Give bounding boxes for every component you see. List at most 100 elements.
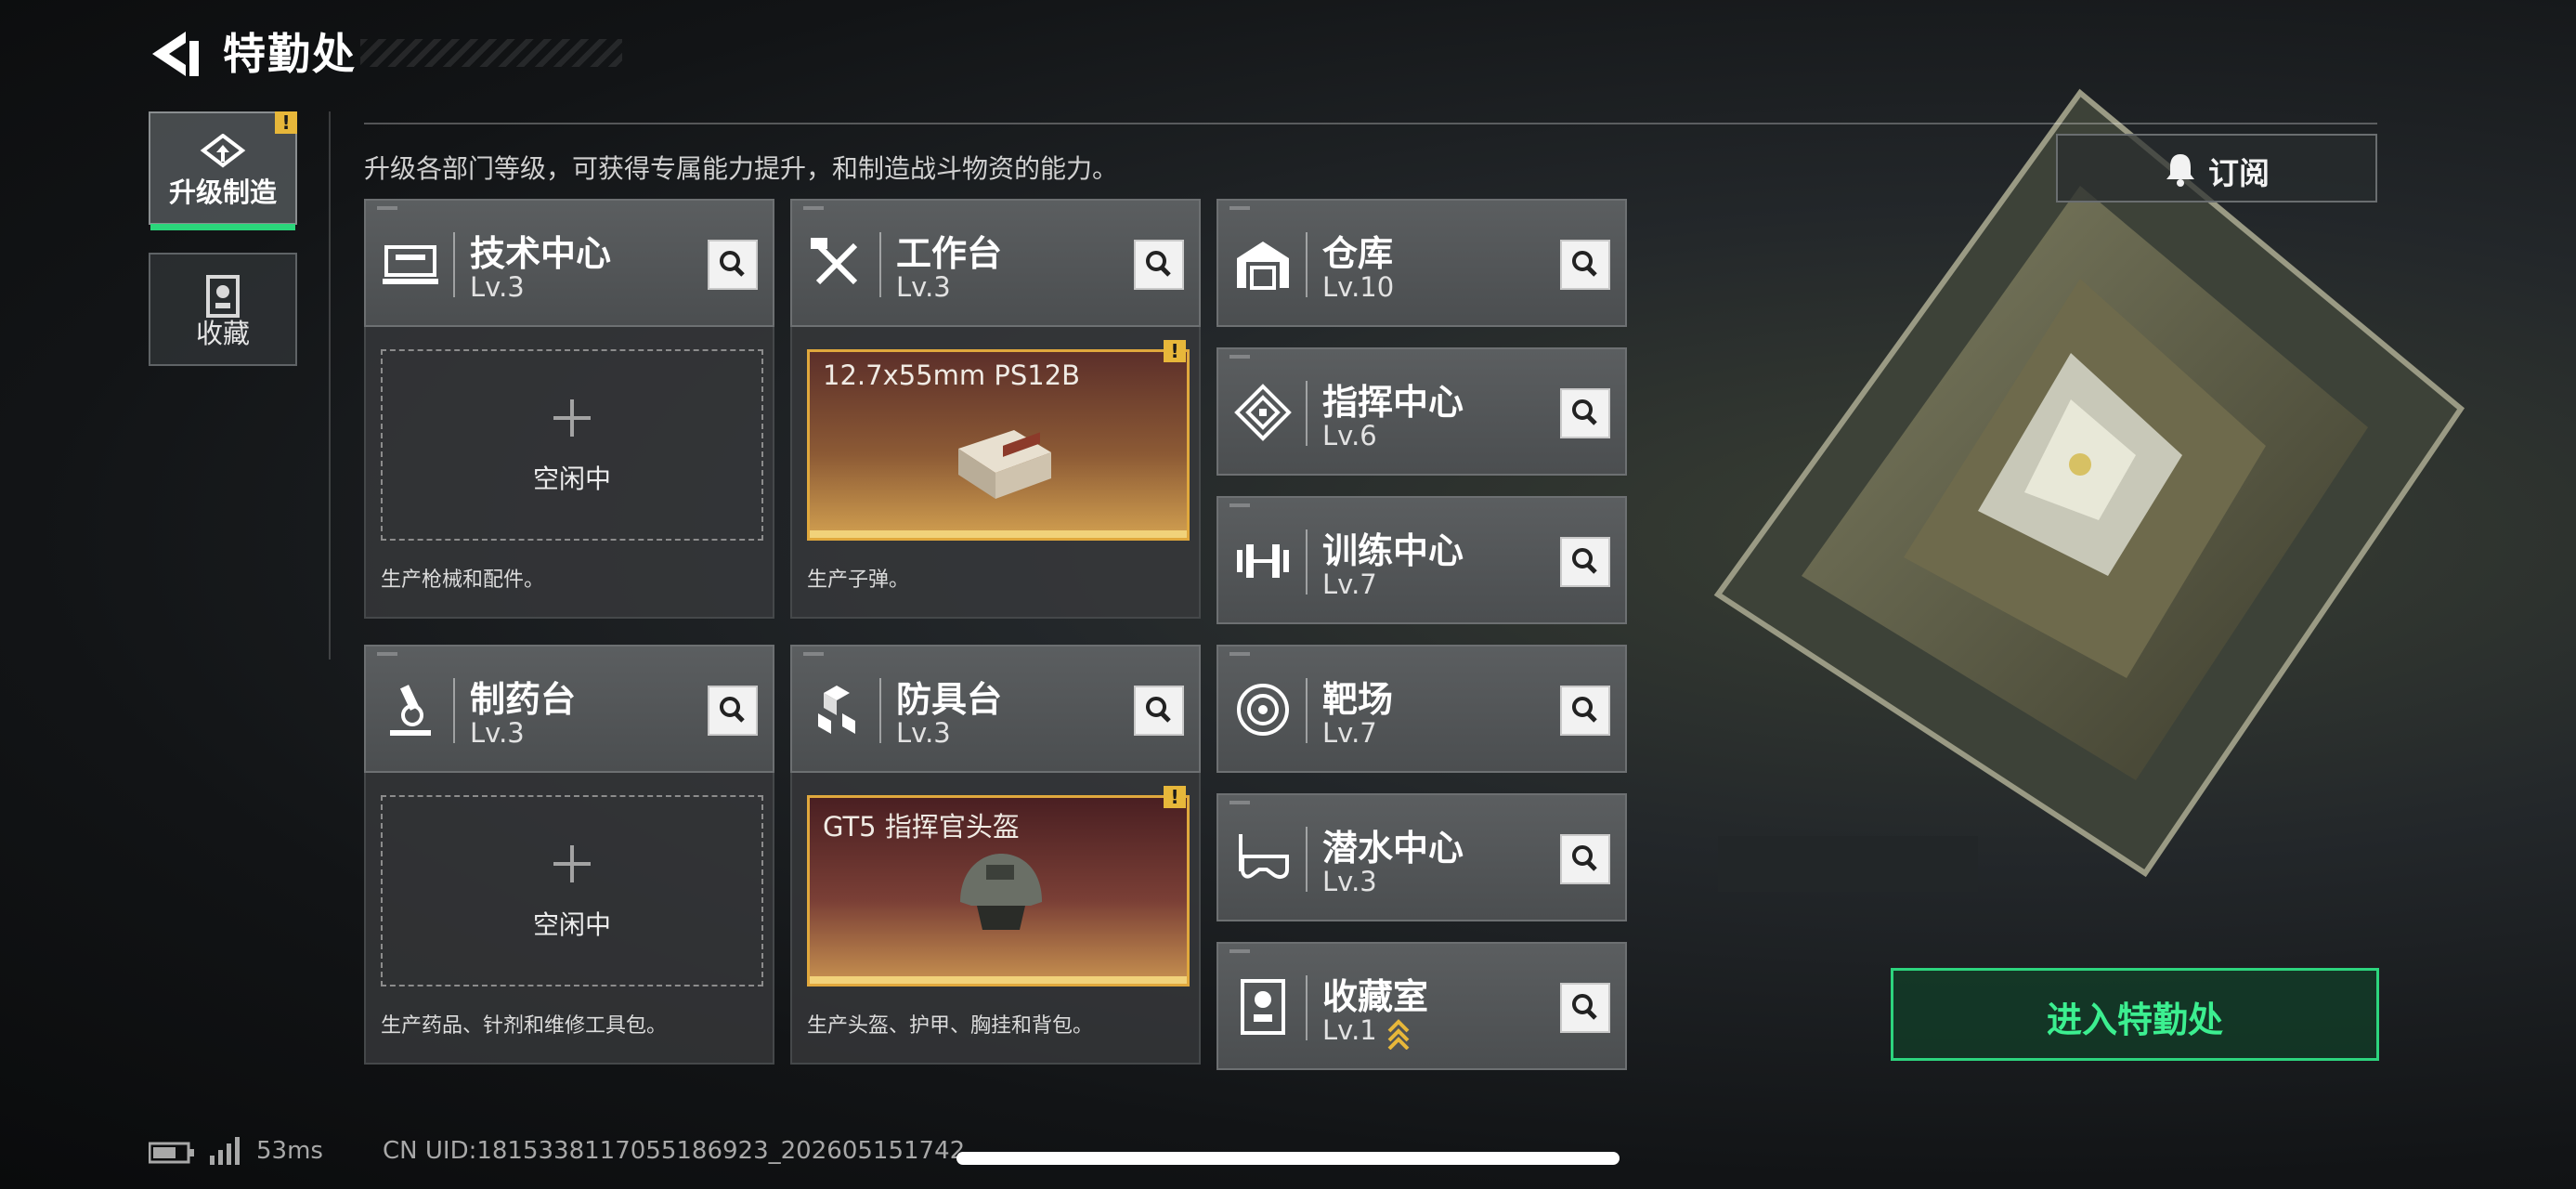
inspect-button[interactable] <box>1560 983 1610 1033</box>
production-slot-active[interactable]: 12.7x55mm PS12B <box>807 349 1190 541</box>
dept-card-training-center[interactable]: 训练中心 Lv.7 <box>1216 496 1627 624</box>
title-decoration <box>360 39 622 67</box>
dept-level: Lv.1 <box>1322 1014 1377 1046</box>
bell-icon <box>2166 154 2194 187</box>
magnifier-icon <box>1146 251 1171 277</box>
page-title: 特勤处 <box>223 29 357 79</box>
dept-name: 仓库 <box>1322 233 1394 274</box>
inspect-button[interactable] <box>1560 388 1610 438</box>
magnifier-icon <box>1146 697 1171 723</box>
tech-center-icon <box>383 245 438 284</box>
dept-name: 收藏室 <box>1322 976 1429 1017</box>
production-progress-bar <box>810 530 1187 538</box>
dept-level: Lv.7 <box>1322 568 1377 600</box>
plus-icon <box>553 399 591 437</box>
plus-icon <box>553 845 591 882</box>
dept-card-tech-center[interactable]: 技术中心 Lv.3 <box>364 199 774 327</box>
nav-divider <box>329 111 331 660</box>
enter-button-label: 进入特勤处 <box>2046 1000 2223 1040</box>
slot-status: 空闲中 <box>532 464 611 494</box>
dept-name: 工作台 <box>896 233 1003 274</box>
dept-description: 生产子弹。 <box>807 568 910 592</box>
magnifier-icon <box>720 697 745 723</box>
tab-collection[interactable]: 收藏 <box>149 253 297 366</box>
enter-special-ops-button[interactable]: 进入特勤处 <box>1891 968 2379 1061</box>
warning-badge: ! <box>1164 786 1186 808</box>
dept-card-warehouse[interactable]: 仓库 Lv.10 <box>1216 199 1627 327</box>
tab-label: 升级制造 <box>168 176 277 208</box>
dept-level: Lv.3 <box>896 271 951 303</box>
helmet-image <box>960 854 1042 930</box>
tab-upgrade-manufacture[interactable]: 升级制造 ! <box>149 111 297 230</box>
dept-name: 防具台 <box>896 679 1003 720</box>
dept-panel-workbench: 12.7x55mm PS12B ! 生产子弹。 <box>790 327 1201 619</box>
battery-icon <box>149 1142 194 1164</box>
dept-card-shooting-range[interactable]: 靶场 Lv.7 <box>1216 645 1627 773</box>
inspect-button[interactable] <box>1560 834 1610 884</box>
dept-level: Lv.3 <box>470 271 525 303</box>
trophy-display-icon <box>1241 979 1285 1035</box>
dept-level: Lv.3 <box>470 717 525 749</box>
dept-card-pharmacy[interactable]: 制药台 Lv.3 <box>364 645 774 773</box>
dept-description: 生产枪械和配件。 <box>381 568 545 592</box>
dept-name: 训练中心 <box>1322 530 1464 571</box>
product-name: 12.7x55mm PS12B <box>823 359 1081 391</box>
target-icon <box>1237 684 1289 736</box>
dept-card-workbench[interactable]: 工作台 Lv.3 <box>790 199 1201 327</box>
dept-card-armor-bench[interactable]: 防具台 Lv.3 <box>790 645 1201 773</box>
magnifier-icon <box>1572 251 1597 277</box>
inspect-button[interactable] <box>1134 686 1184 736</box>
chevrons-up-icon <box>1387 1019 1410 1050</box>
active-tab-indicator <box>150 224 295 230</box>
product-name: GT5 指挥官头盔 <box>823 811 1020 843</box>
dept-card-diving-center[interactable]: 潜水中心 Lv.3 <box>1216 793 1627 921</box>
dept-name: 制药台 <box>470 679 577 720</box>
warehouse-icon <box>1237 242 1289 290</box>
subscribe-button[interactable]: 订阅 <box>2056 134 2377 203</box>
dept-name: 潜水中心 <box>1322 828 1464 869</box>
inspect-button[interactable] <box>1560 686 1610 736</box>
production-slot-idle[interactable]: 空闲中 <box>381 795 763 986</box>
tab-label: 收藏 <box>195 318 250 349</box>
production-slot-active[interactable]: GT5 指挥官头盔 <box>807 795 1190 986</box>
magnifier-icon <box>1572 548 1597 574</box>
dept-description: 生产药品、针剂和维修工具包。 <box>381 1014 668 1038</box>
header-divider <box>364 123 2377 124</box>
magnifier-icon <box>1572 994 1597 1020</box>
inspect-button[interactable] <box>1134 240 1184 290</box>
inspect-button[interactable] <box>1560 240 1610 290</box>
subscribe-label: 订阅 <box>2208 155 2270 191</box>
slot-status: 空闲中 <box>532 909 611 940</box>
inspect-button[interactable] <box>708 240 758 290</box>
back-button[interactable] <box>149 28 204 80</box>
inspect-button[interactable] <box>708 686 758 736</box>
dept-card-command-center[interactable]: 指挥中心 Lv.6 <box>1216 347 1627 476</box>
ammo-box-image <box>958 430 1051 499</box>
magnifier-icon <box>1572 845 1597 871</box>
chip-icon <box>1234 384 1292 441</box>
magnifier-icon <box>1572 399 1597 425</box>
inspect-button[interactable] <box>1560 537 1610 587</box>
dept-level: Lv.3 <box>1322 866 1377 897</box>
dept-level: Lv.10 <box>1322 271 1395 303</box>
production-progress-bar <box>810 976 1187 984</box>
diving-mask-icon <box>1239 834 1289 879</box>
dumbbell-icon <box>1237 544 1289 578</box>
signal-icon <box>210 1137 240 1165</box>
dept-panel-armor-bench: GT5 指挥官头盔 ! 生产头盔、护甲、胸挂和背包。 <box>790 773 1201 1065</box>
dept-level: Lv.7 <box>1322 717 1377 749</box>
dept-description: 生产头盔、护甲、胸挂和背包。 <box>807 1014 1094 1038</box>
hammer-wrench-icon <box>811 238 858 285</box>
dept-card-collection-room[interactable]: 收藏室 Lv.1 <box>1216 942 1627 1070</box>
magnifier-icon <box>720 251 745 277</box>
dept-name: 指挥中心 <box>1322 382 1464 423</box>
production-slot-idle[interactable]: 空闲中 <box>381 349 763 541</box>
dept-name: 靶场 <box>1322 679 1394 720</box>
warning-badge: ! <box>275 111 297 134</box>
dept-panel-tech-center: 空闲中 生产枪械和配件。 <box>364 327 774 619</box>
dept-panel-pharmacy: 空闲中 生产药品、针剂和维修工具包。 <box>364 773 774 1065</box>
user-uid: CN UID:1815338117055186923_202605151742 <box>383 1137 966 1165</box>
dept-name: 技术中心 <box>470 233 612 274</box>
home-indicator[interactable] <box>956 1152 1620 1165</box>
dept-level: Lv.3 <box>896 717 951 749</box>
